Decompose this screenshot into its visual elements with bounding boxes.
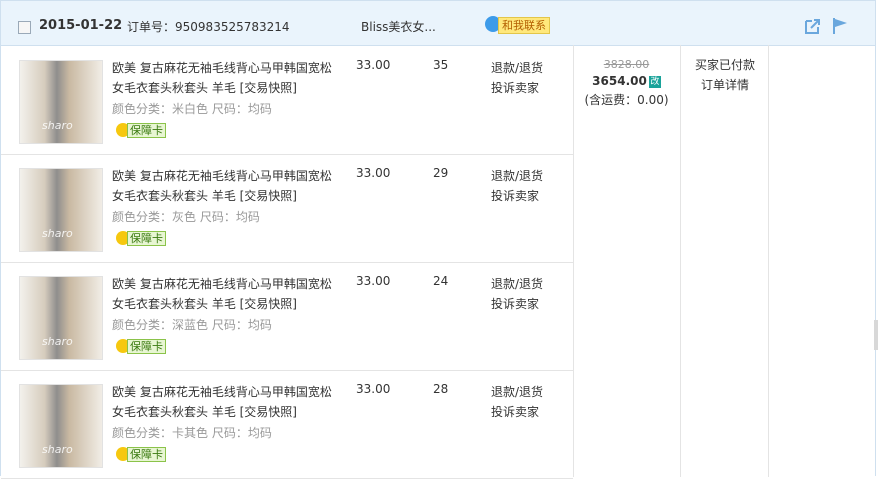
product-title-link[interactable]: 欧美 复古麻花无袖毛线背心马甲韩国宽松女毛衣套头秋套头 羊毛 [交易快照] xyxy=(112,382,342,422)
scrollbar-handle[interactable] xyxy=(874,320,878,350)
order-date: 2015-01-22 xyxy=(39,18,123,33)
order-card: 2015-01-22 订单号：950983525783214 Bliss美衣女.… xyxy=(0,0,876,479)
contact-seller-label: 和我联系 xyxy=(498,17,550,34)
unit-price: 33.00 xyxy=(356,58,391,72)
column-divider xyxy=(768,45,769,477)
payment-summary: 3828.00 3654.00 改 (含运费：0.00) xyxy=(573,45,680,108)
order-number-label: 订单号： xyxy=(127,20,176,34)
quantity: 35 xyxy=(433,58,449,72)
shop-name-link[interactable]: Bliss美衣女... xyxy=(361,18,436,35)
refund-link[interactable]: 退款/退货 xyxy=(491,274,543,294)
total-price-value: 3654.00 xyxy=(592,74,647,88)
refund-link[interactable]: 退款/退货 xyxy=(491,58,543,78)
product-title-link[interactable]: 欧美 复古麻花无袖毛线背心马甲韩国宽松女毛衣套头秋套头 羊毛 [交易快照] xyxy=(112,58,342,98)
column-divider xyxy=(573,45,574,477)
product-title-link[interactable]: 欧美 复古麻花无袖毛线背心马甲韩国宽松女毛衣套头秋套头 羊毛 [交易快照] xyxy=(112,274,342,314)
thumbnail-watermark: sharo xyxy=(42,443,73,456)
thumbnail-watermark: sharo xyxy=(42,335,73,348)
item-actions: 退款/退货 投诉卖家 xyxy=(491,382,543,422)
order-item-row: sharo 欧美 复古麻花无袖毛线背心马甲韩国宽松女毛衣套头秋套头 羊毛 [交易… xyxy=(1,154,573,263)
complain-seller-link[interactable]: 投诉卖家 xyxy=(491,402,543,422)
order-status: 买家已付款 订单详情 xyxy=(681,45,769,95)
unit-price: 33.00 xyxy=(356,274,391,288)
thumbnail-watermark: sharo xyxy=(42,119,73,132)
order-item-row: sharo 欧美 复古麻花无袖毛线背心马甲韩国宽松女毛衣套头秋套头 羊毛 [交易… xyxy=(1,262,573,371)
quantity: 28 xyxy=(433,382,449,396)
item-actions: 退款/退货 投诉卖家 xyxy=(491,274,543,314)
flag-icon[interactable] xyxy=(831,17,849,35)
order-detail-link[interactable]: 订单详情 xyxy=(681,75,769,95)
item-actions: 退款/退货 投诉卖家 xyxy=(491,166,543,206)
column-divider xyxy=(680,45,681,477)
unit-price: 33.00 xyxy=(356,382,391,396)
order-status-text: 买家已付款 xyxy=(694,58,755,72)
product-sku: 颜色分类：深蓝色 尺码：均码 xyxy=(112,318,272,332)
complain-seller-link[interactable]: 投诉卖家 xyxy=(491,78,543,98)
product-thumbnail[interactable]: sharo xyxy=(19,384,103,468)
order-header: 2015-01-22 订单号：950983525783214 Bliss美衣女.… xyxy=(1,1,875,46)
product-thumbnail[interactable]: sharo xyxy=(19,168,103,252)
product-sku: 颜色分类：灰色 尺码：均码 xyxy=(112,210,260,224)
price-modified-icon: 改 xyxy=(648,75,661,88)
share-icon[interactable] xyxy=(804,17,822,35)
complain-seller-link[interactable]: 投诉卖家 xyxy=(491,294,543,314)
refund-link[interactable]: 退款/退货 xyxy=(491,166,543,186)
order-item-row: sharo 欧美 复古麻花无袖毛线背心马甲韩国宽松女毛衣套头秋套头 羊毛 [交易… xyxy=(1,46,573,155)
thumbnail-watermark: sharo xyxy=(42,227,73,240)
complain-seller-link[interactable]: 投诉卖家 xyxy=(491,186,543,206)
guarantee-card-label: 保障卡 xyxy=(127,447,166,462)
quantity: 24 xyxy=(433,274,449,288)
order-item-row: sharo 欧美 复古麻花无袖毛线背心马甲韩国宽松女毛衣套头秋套头 羊毛 [交易… xyxy=(1,370,573,479)
guarantee-card-label: 保障卡 xyxy=(127,123,166,138)
product-thumbnail[interactable]: sharo xyxy=(19,276,103,360)
guarantee-card-label: 保障卡 xyxy=(127,231,166,246)
product-title-link[interactable]: 欧美 复古麻花无袖毛线背心马甲韩国宽松女毛衣套头秋套头 羊毛 [交易快照] xyxy=(112,166,342,206)
total-price: 3654.00 改 xyxy=(573,74,680,88)
shipping-fee: (含运费：0.00) xyxy=(584,93,669,107)
product-sku: 颜色分类：卡其色 尺码：均码 xyxy=(112,426,272,440)
guarantee-card-label: 保障卡 xyxy=(127,339,166,354)
product-thumbnail[interactable]: sharo xyxy=(19,60,103,144)
unit-price: 33.00 xyxy=(356,166,391,180)
product-sku: 颜色分类：米白色 尺码：均码 xyxy=(112,102,272,116)
item-actions: 退款/退货 投诉卖家 xyxy=(491,58,543,98)
original-price: 3828.00 xyxy=(603,58,650,71)
order-number: 订单号：950983525783214 xyxy=(127,18,290,35)
quantity: 29 xyxy=(433,166,449,180)
refund-link[interactable]: 退款/退货 xyxy=(491,382,543,402)
order-select-checkbox[interactable] xyxy=(18,21,31,34)
order-number-value: 950983525783214 xyxy=(175,20,290,34)
